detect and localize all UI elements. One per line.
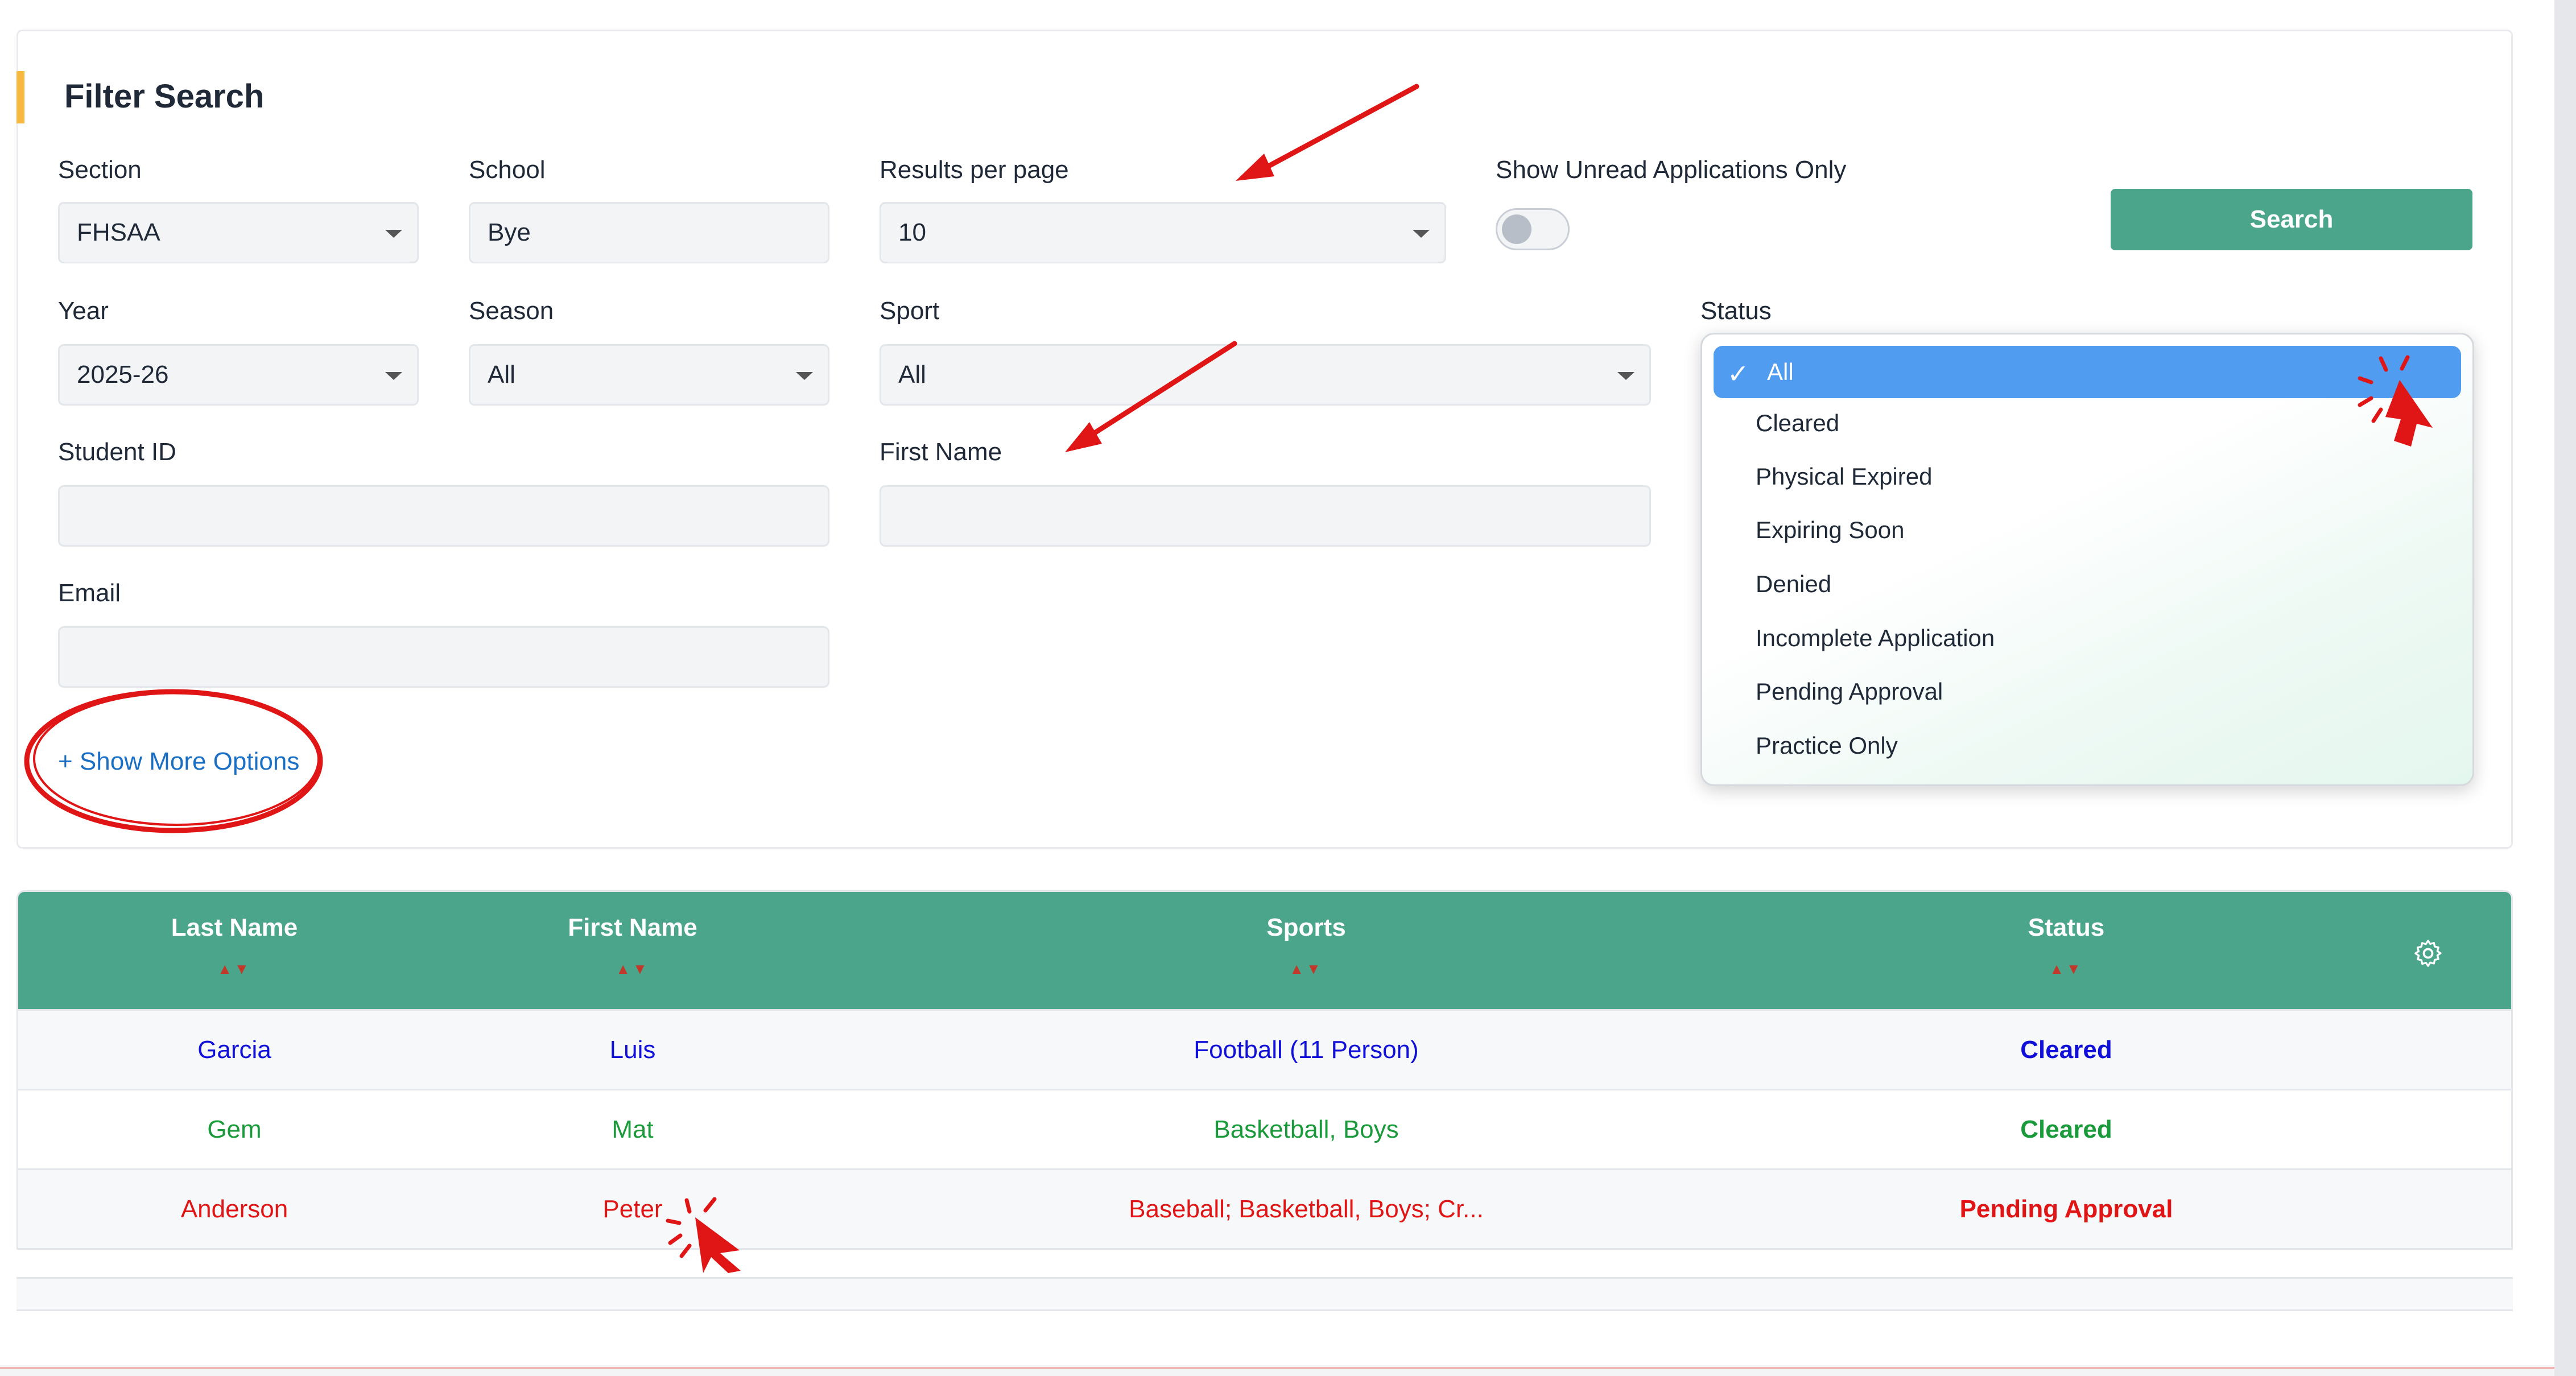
column-last-name[interactable]: Last Name bbox=[121, 914, 348, 942]
status-option-expiring-soon[interactable]: Expiring Soon bbox=[1756, 516, 1905, 544]
cell-status: Cleared bbox=[2020, 1115, 2112, 1143]
table-row[interactable]: Anderson Peter Baseball; Basketball, Boy… bbox=[18, 1168, 2511, 1248]
status-dropdown[interactable]: ✓ All Cleared Physical Expired Expiring … bbox=[1700, 333, 2474, 786]
show-unread-toggle[interactable] bbox=[1496, 208, 1570, 250]
results-per-page-select[interactable]: 10 bbox=[880, 202, 1446, 263]
cell-first-name: Mat bbox=[612, 1115, 654, 1143]
cell-last-name: Gem bbox=[207, 1115, 262, 1143]
school-field[interactable]: Bye bbox=[469, 202, 829, 263]
table-row[interactable]: Garcia Luis Football (11 Person) Cleared bbox=[18, 1009, 2511, 1089]
cell-sports: Baseball; Basketball, Boys; Cr... bbox=[1129, 1195, 1484, 1223]
email-input[interactable] bbox=[58, 626, 829, 688]
season-value: All bbox=[488, 361, 515, 389]
cell-sports: Football (11 Person) bbox=[1194, 1036, 1419, 1064]
cell-first-name: Peter bbox=[602, 1195, 663, 1223]
gear-icon[interactable] bbox=[2412, 937, 2444, 969]
season-select[interactable]: All bbox=[469, 344, 829, 406]
school-label: School bbox=[469, 156, 546, 184]
sport-select[interactable]: All bbox=[880, 344, 1651, 406]
status-option-incomplete-application[interactable]: Incomplete Application bbox=[1756, 625, 1995, 652]
sort-icon[interactable]: ▲▼ bbox=[519, 960, 746, 978]
table-footer bbox=[16, 1277, 2513, 1311]
cell-last-name: Garcia bbox=[197, 1036, 271, 1064]
status-option-cleared[interactable]: Cleared bbox=[1756, 410, 1839, 437]
sort-icon[interactable]: ▲▼ bbox=[1896, 960, 2237, 978]
column-first-name[interactable]: First Name bbox=[519, 914, 746, 942]
results-per-page-value: 10 bbox=[898, 218, 926, 246]
show-more-options-link[interactable]: + Show More Options bbox=[58, 747, 299, 776]
results-per-page-label: Results per page bbox=[880, 156, 1069, 184]
toggle-knob bbox=[1502, 214, 1531, 244]
sort-icon[interactable]: ▲▼ bbox=[121, 960, 348, 978]
status-option-practice-only[interactable]: Practice Only bbox=[1756, 732, 1898, 759]
sport-label: Sport bbox=[880, 297, 940, 325]
year-value: 2025-26 bbox=[77, 361, 169, 389]
school-value: Bye bbox=[488, 218, 531, 246]
status-option-label: All bbox=[1767, 358, 1794, 385]
year-label: Year bbox=[58, 297, 109, 325]
season-label: Season bbox=[469, 297, 554, 325]
cell-sports: Basketball, Boys bbox=[1213, 1115, 1399, 1143]
page-bottom-border bbox=[0, 1367, 2554, 1369]
search-button[interactable]: Search bbox=[2111, 189, 2472, 250]
status-label: Status bbox=[1700, 297, 1772, 325]
student-id-label: Student ID bbox=[58, 438, 176, 466]
section-label: Section bbox=[58, 156, 142, 184]
cell-status: Cleared bbox=[2020, 1036, 2112, 1064]
chevron-down-icon bbox=[385, 230, 402, 238]
year-select[interactable]: 2025-26 bbox=[58, 344, 419, 406]
first-name-label: First Name bbox=[880, 438, 1002, 466]
show-unread-label: Show Unread Applications Only bbox=[1496, 156, 1847, 184]
results-table: Last Name ▲▼ First Name ▲▼ Sports ▲▼ Sta… bbox=[16, 890, 2513, 1250]
sort-icon[interactable]: ▲▼ bbox=[1136, 960, 1477, 978]
student-id-input[interactable] bbox=[58, 485, 829, 547]
title-accent-bar bbox=[16, 71, 24, 123]
table-row[interactable]: Gem Mat Basketball, Boys Cleared bbox=[18, 1089, 2511, 1168]
chevron-down-icon bbox=[796, 372, 813, 380]
page-title: Filter Search bbox=[64, 78, 265, 115]
sport-value: All bbox=[898, 361, 926, 389]
check-icon: ✓ bbox=[1727, 359, 1749, 389]
first-name-input[interactable] bbox=[880, 485, 1651, 547]
table-header: Last Name ▲▼ First Name ▲▼ Sports ▲▼ Sta… bbox=[18, 892, 2511, 1009]
chevron-down-icon bbox=[1617, 372, 1634, 380]
status-option-denied[interactable]: Denied bbox=[1756, 571, 1831, 598]
status-option-all[interactable]: ✓ All bbox=[1714, 346, 2461, 398]
scrollbar[interactable] bbox=[2554, 0, 2576, 1376]
section-value: FHSAA bbox=[77, 218, 160, 246]
status-option-pending-approval[interactable]: Pending Approval bbox=[1756, 678, 1943, 705]
section-select[interactable]: FHSAA bbox=[58, 202, 419, 263]
cell-status: Pending Approval bbox=[1959, 1195, 2173, 1223]
cell-last-name: Anderson bbox=[180, 1195, 288, 1223]
cell-first-name: Luis bbox=[609, 1036, 656, 1064]
column-status[interactable]: Status bbox=[1896, 914, 2237, 942]
column-sports[interactable]: Sports bbox=[1136, 914, 1477, 942]
email-label: Email bbox=[58, 579, 121, 607]
chevron-down-icon bbox=[1413, 230, 1430, 238]
status-option-physical-expired[interactable]: Physical Expired bbox=[1756, 463, 1932, 490]
page: Filter Search Section FHSAA School Bye R… bbox=[0, 0, 2554, 1365]
chevron-down-icon bbox=[385, 372, 402, 380]
